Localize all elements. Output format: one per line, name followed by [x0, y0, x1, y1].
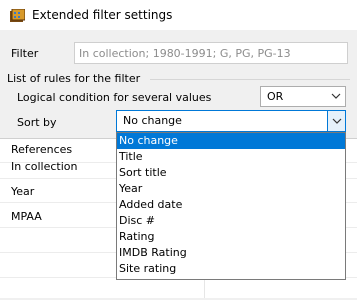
filter-app-icon [10, 9, 25, 22]
sort-option-title[interactable]: Title [117, 149, 345, 165]
logical-condition-label: Logical condition for several values [17, 91, 212, 104]
logical-condition-value: OR [267, 90, 284, 103]
reference-in-collection: In collection [11, 160, 78, 173]
reference-year: Year [11, 185, 35, 198]
sort-by-label: Sort by [17, 116, 57, 129]
window-title: Extended filter settings [32, 8, 173, 22]
sort-by-value: No change [123, 114, 182, 127]
sort-option-sort-title[interactable]: Sort title [117, 165, 345, 181]
settings-panel: Filter In collection; 1980-1991; G, PG, … [0, 30, 357, 300]
chevron-down-icon [331, 93, 341, 99]
sort-option-rating[interactable]: Rating [117, 229, 345, 245]
sort-option-year[interactable]: Year [117, 181, 345, 197]
sort-option-imdb-rating[interactable]: IMDB Rating [117, 245, 345, 261]
reference-mpaa: MPAA [11, 210, 42, 223]
sort-by-select[interactable]: No change [116, 110, 346, 132]
group-divider [150, 79, 350, 80]
filter-value: In collection; 1980-1991; G, PG, PG-13 [79, 47, 291, 60]
sort-dropdown-button[interactable] [327, 111, 345, 131]
sort-option-added-date[interactable]: Added date [117, 197, 345, 213]
logical-condition-select[interactable]: OR [260, 86, 346, 107]
filter-field[interactable]: In collection; 1980-1991; G, PG, PG-13 [74, 42, 348, 64]
rules-group-label: List of rules for the filter [7, 72, 141, 85]
filter-label: Filter [11, 47, 39, 60]
title-bar: Extended filter settings [0, 0, 357, 30]
chevron-down-icon [332, 118, 342, 124]
sort-option-disc[interactable]: Disc # [117, 213, 345, 229]
sort-option-site-rating[interactable]: Site rating [117, 261, 345, 277]
sort-by-dropdown-list: No change Title Sort title Year Added da… [116, 132, 346, 280]
sort-option-no-change[interactable]: No change [117, 133, 345, 149]
